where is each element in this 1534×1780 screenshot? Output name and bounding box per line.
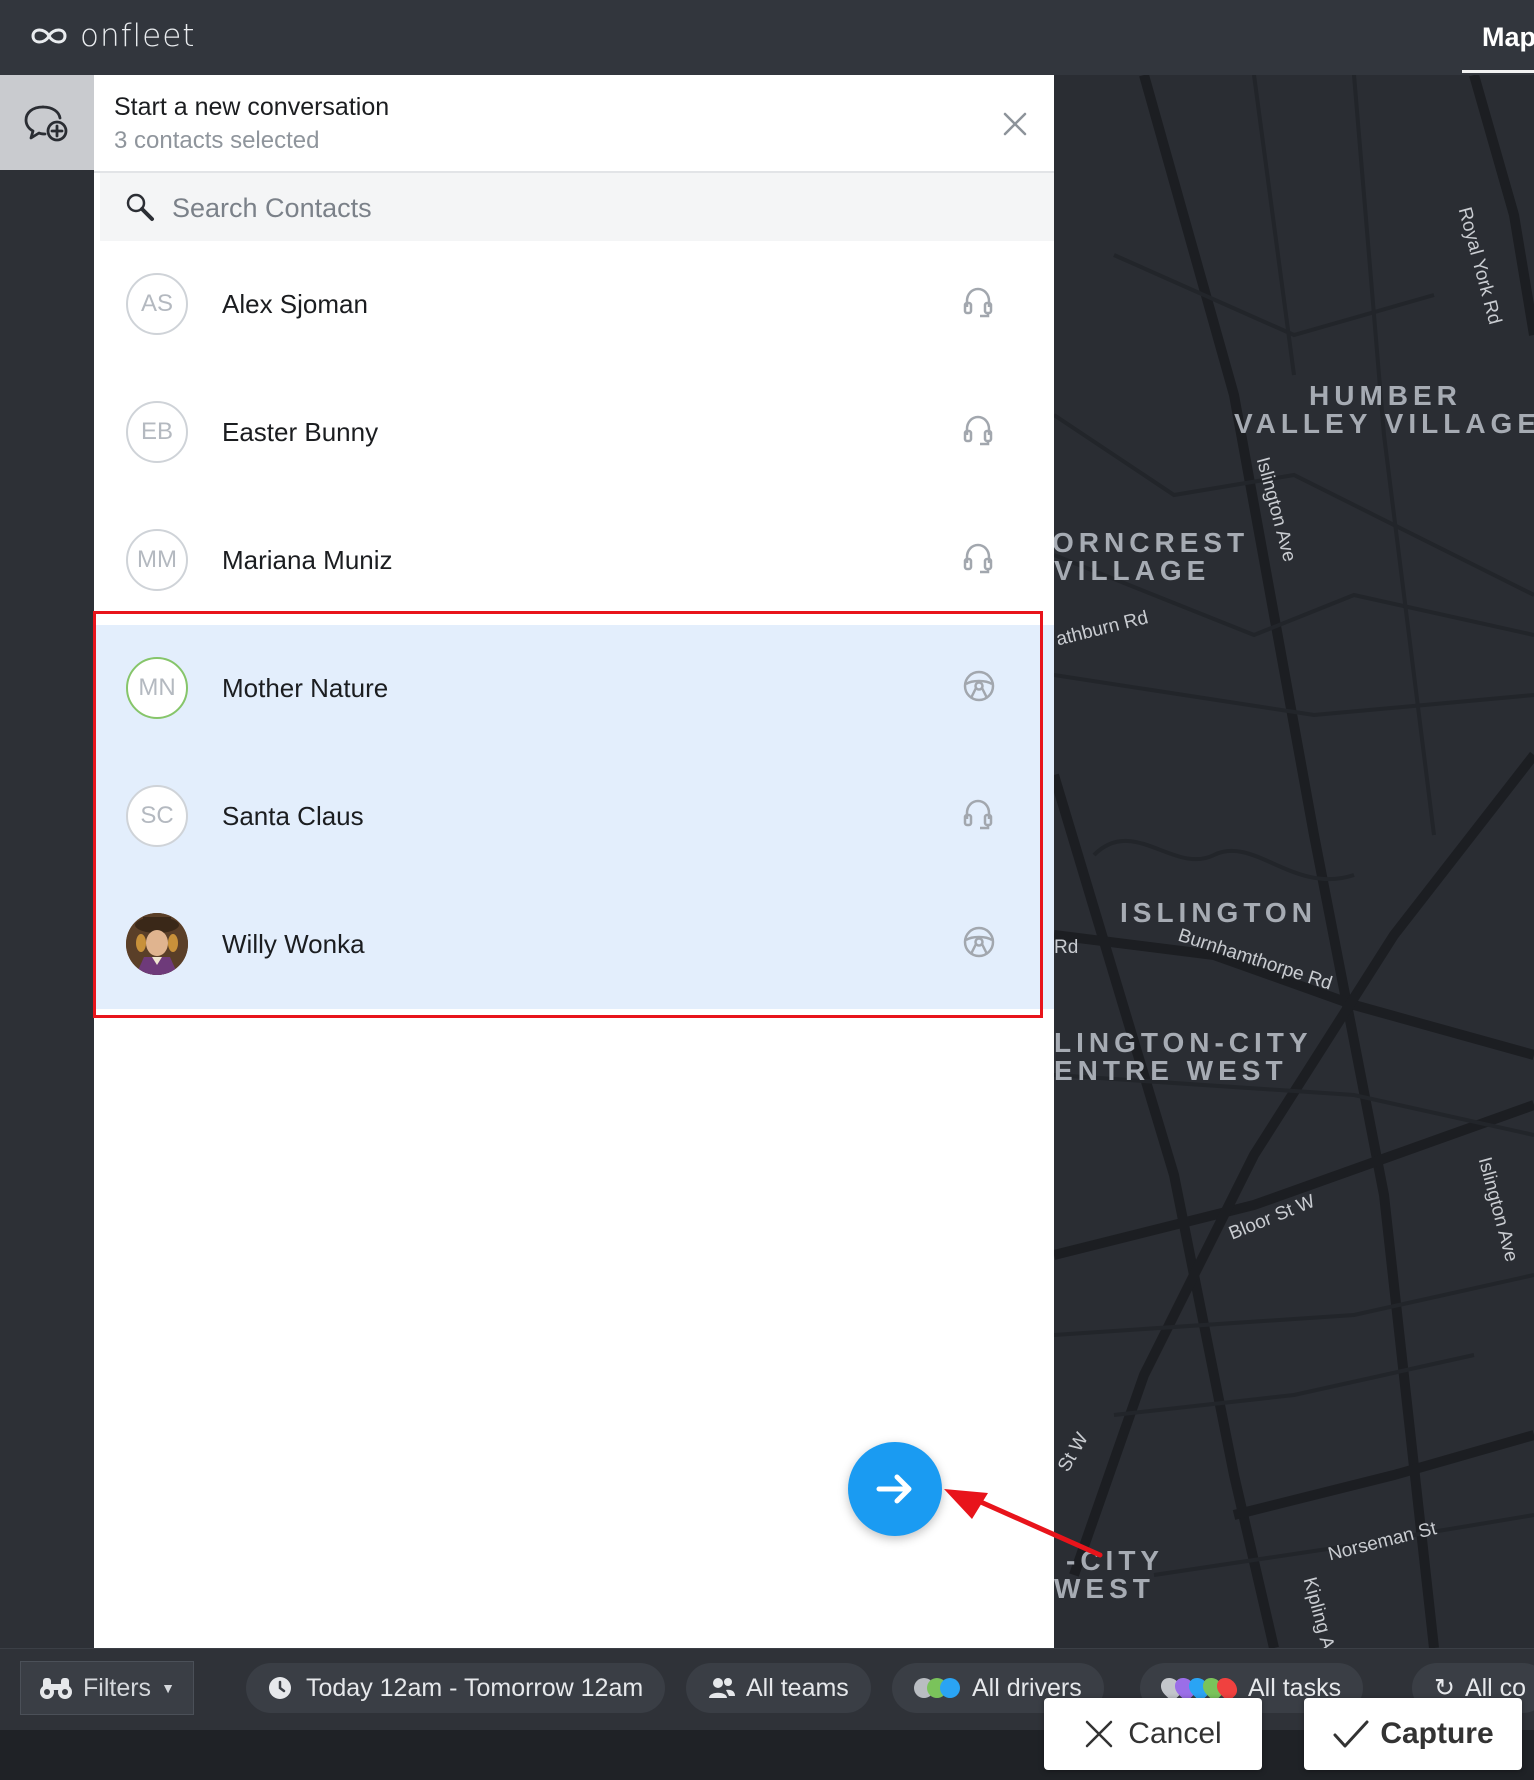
users-icon (709, 1678, 735, 1698)
headset-icon (963, 287, 993, 318)
map-area-label: ENTRE WEST (1054, 1055, 1288, 1086)
capture-label: Capture (1380, 1717, 1494, 1750)
panel-title: Start a new conversation (114, 93, 390, 121)
filters-label: Filters (83, 1673, 152, 1702)
avatar: MM (126, 529, 188, 591)
street-label: Rd (1054, 937, 1079, 958)
arrow-right-icon (876, 1474, 912, 1504)
infinity-logo-icon (31, 28, 67, 44)
selection-highlight-box (93, 611, 1043, 1018)
top-bar: onfleet Map (0, 0, 1534, 75)
annotation-arrow (944, 1489, 1103, 1558)
chat-plus-icon (24, 105, 68, 141)
search-icon (126, 193, 154, 221)
driver-status-icon (914, 1678, 960, 1698)
avatar: AS (126, 273, 188, 335)
search-input[interactable] (170, 185, 974, 231)
task-status-icon (1156, 1673, 1242, 1703)
contact-row[interactable]: EB Easter Bunny (94, 369, 1054, 497)
search-bar (100, 173, 1054, 241)
contact-name: Mariana Muniz (222, 545, 393, 575)
teams-filter[interactable]: All teams (686, 1663, 871, 1713)
map-area-label: ISLINGTON (1120, 897, 1317, 928)
contact-name: Easter Bunny (222, 417, 379, 447)
start-conversation-button[interactable] (848, 1442, 942, 1536)
contact-name: Alex Sjoman (222, 289, 368, 319)
clock-icon (269, 1677, 291, 1699)
map-area-label: VILLAGE (1054, 555, 1211, 586)
cancel-label: Cancel (1128, 1717, 1222, 1750)
new-conversation-button[interactable] (0, 75, 94, 170)
headset-icon (963, 543, 993, 574)
avatar: EB (126, 401, 188, 463)
cancel-button[interactable]: Cancel (1044, 1698, 1262, 1770)
left-rail (0, 75, 94, 1648)
headset-icon (963, 415, 993, 446)
caret-down-icon: ▼ (161, 1680, 175, 1696)
contact-row[interactable]: AS Alex Sjoman (94, 241, 1054, 369)
date-range-filter[interactable]: Today 12am - Tomorrow 12am (246, 1663, 666, 1713)
map-roads (1054, 75, 1534, 1648)
logo-text: onfleet (80, 18, 196, 54)
checkmark-icon (1333, 1720, 1369, 1748)
active-tab-indicator (1462, 70, 1534, 73)
teams-label: All teams (746, 1673, 849, 1702)
date-range-label: Today 12am - Tomorrow 12am (306, 1673, 644, 1702)
onfleet-logo[interactable]: onfleet (28, 18, 195, 54)
tab-map[interactable]: Map (1482, 22, 1534, 53)
panel-header: Start a new conversation 3 contacts sele… (94, 75, 1054, 173)
capture-button[interactable]: Capture (1304, 1698, 1522, 1770)
map-area-label: WEST (1054, 1573, 1155, 1604)
binoculars-icon (40, 1678, 72, 1699)
filters-dropdown[interactable]: Filters ▼ (20, 1661, 194, 1715)
close-icon[interactable] (1002, 111, 1028, 137)
selected-count: 3 contacts selected (114, 127, 320, 154)
close-icon (1086, 1720, 1113, 1748)
map-view[interactable]: HUMBER VALLEY VILLAGE ORNCREST VILLAGE I… (1054, 75, 1534, 1648)
contact-row[interactable]: MM Mariana Muniz (94, 497, 1054, 625)
map-area-label: VALLEY VILLAGE (1234, 408, 1534, 439)
